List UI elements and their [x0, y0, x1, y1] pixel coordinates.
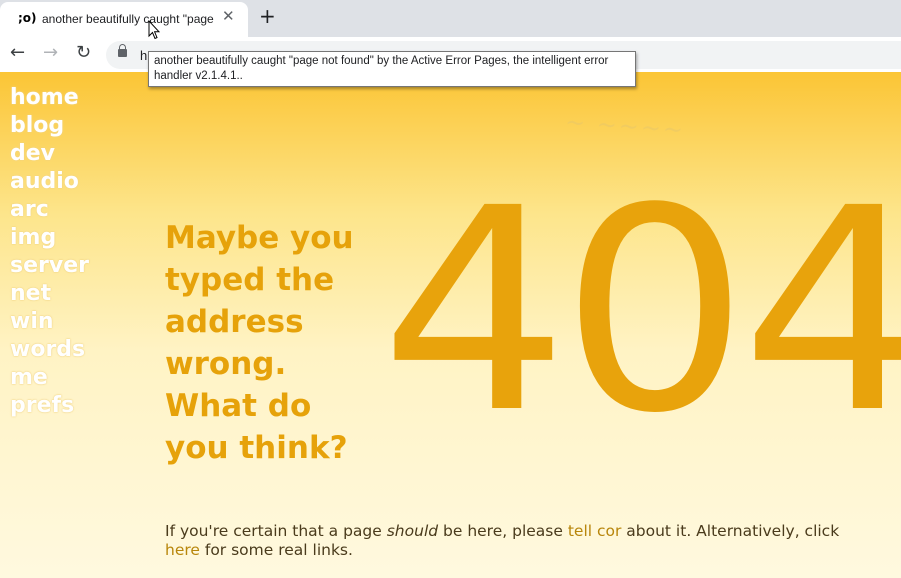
help-text: If you're certain that a page should be … — [165, 522, 865, 560]
url-text: h — [140, 48, 148, 63]
help-text-part1: If you're certain that a page — [165, 522, 387, 540]
help-text-part3: about it. Alternatively, click — [621, 522, 840, 540]
nav-link-server[interactable]: server — [10, 252, 89, 280]
background-watermark: ~ ~~~~ — [564, 107, 687, 145]
error-page: ~ ~~~~ ~ home blog dev audio arc img ser… — [0, 72, 901, 578]
nav-link-dev[interactable]: dev — [10, 140, 89, 168]
help-text-emphasis: should — [386, 522, 439, 540]
tell-cor-link[interactable]: tell cor — [568, 522, 622, 540]
mouse-cursor-icon — [148, 20, 160, 40]
forward-arrow-icon[interactable]: → — [43, 44, 58, 62]
error-code: 404 — [380, 149, 901, 475]
new-tab-button[interactable]: + — [259, 6, 276, 26]
nav-link-audio[interactable]: audio — [10, 168, 89, 196]
tab-tooltip: another beautifully caught "page not fou… — [148, 51, 636, 87]
error-headline: Maybe you typed the address wrong. What … — [165, 220, 354, 466]
reload-icon[interactable]: ↻ — [76, 44, 91, 62]
lock-icon[interactable] — [118, 44, 127, 57]
nav-link-net[interactable]: net — [10, 280, 89, 308]
nav-link-img[interactable]: img — [10, 224, 89, 252]
nav-link-blog[interactable]: blog — [10, 112, 89, 140]
browser-tab[interactable]: ;o) another beautifully caught "page not… — [0, 2, 248, 37]
nav-link-me[interactable]: me — [10, 364, 89, 392]
nav-link-home[interactable]: home — [10, 84, 89, 112]
help-text-part2: be here, please — [438, 522, 568, 540]
nav-link-words[interactable]: words — [10, 336, 89, 364]
tab-strip: ;o) another beautifully caught "page not… — [0, 0, 901, 37]
favicon-icon: ;o) — [18, 11, 37, 25]
tab-title: another beautifully caught "page not fou… — [42, 12, 214, 26]
back-arrow-icon[interactable]: ← — [10, 44, 25, 62]
help-text-part4: for some real links. — [199, 541, 353, 559]
close-icon[interactable]: ✕ — [222, 9, 235, 24]
nav-link-prefs[interactable]: prefs — [10, 392, 89, 420]
site-navigation: home blog dev audio arc img server net w… — [10, 84, 89, 420]
here-link[interactable]: here — [165, 541, 200, 559]
nav-link-win[interactable]: win — [10, 308, 89, 336]
nav-link-arc[interactable]: arc — [10, 196, 89, 224]
